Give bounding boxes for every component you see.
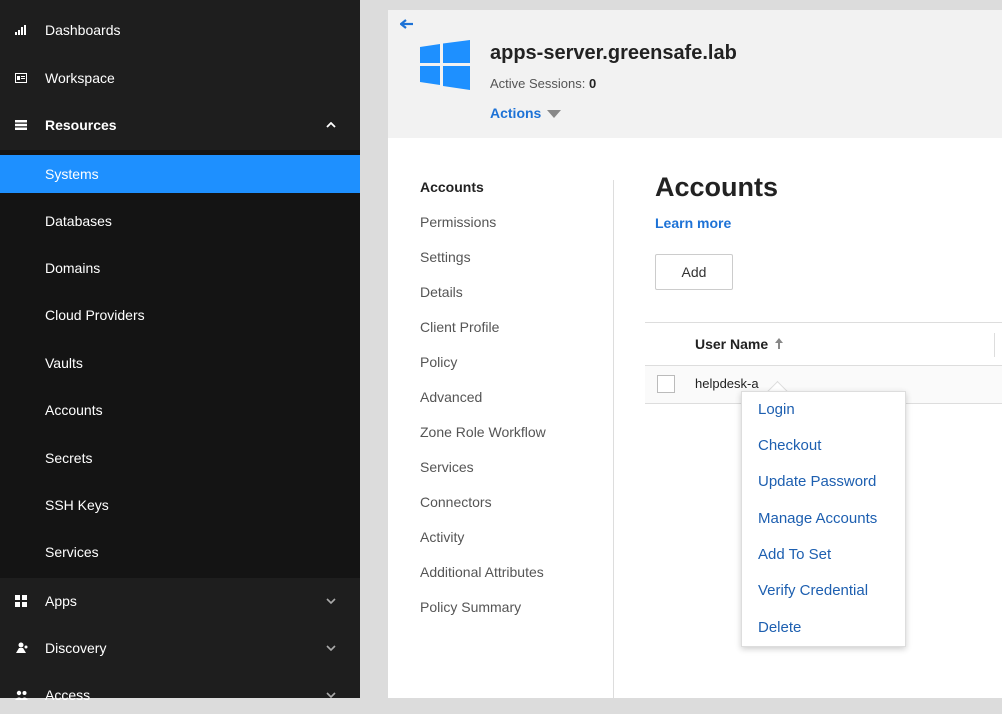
- sidebar-item-ssh-keys[interactable]: SSH Keys: [0, 486, 360, 524]
- bar-chart-icon: [14, 23, 28, 37]
- workspace-card-icon: [14, 71, 28, 85]
- sidebar-item-dashboards[interactable]: Dashboards: [0, 11, 360, 49]
- apps-grid-icon: [14, 594, 28, 608]
- subnav-item-connectors[interactable]: Connectors: [420, 494, 492, 510]
- sidebar-item-label: Dashboards: [45, 22, 121, 38]
- subnav-item-additional-attributes[interactable]: Additional Attributes: [420, 564, 544, 580]
- sessions-label: Active Sessions:: [490, 76, 586, 91]
- sidebar: Dashboards Workspace Resources Systems D…: [0, 0, 360, 703]
- sidebar-item-label: Services: [45, 544, 99, 560]
- sidebar-item-label: SSH Keys: [45, 497, 109, 513]
- sidebar-item-label: Cloud Providers: [45, 307, 145, 323]
- page-title: apps-server.greensafe.lab: [490, 42, 737, 64]
- column-header-user-name[interactable]: User Name: [695, 336, 784, 352]
- sidebar-item-label: Secrets: [45, 450, 93, 466]
- sidebar-item-apps[interactable]: Apps: [0, 582, 360, 620]
- sidebar-item-accounts[interactable]: Accounts: [0, 391, 360, 429]
- subnav-item-client-profile[interactable]: Client Profile: [420, 319, 499, 335]
- system-header: apps-server.greensafe.lab Active Session…: [388, 10, 1002, 138]
- menu-item-verify-credential[interactable]: Verify Credential: [758, 582, 868, 599]
- sidebar-item-label: Access: [45, 687, 91, 703]
- subnav-item-details[interactable]: Details: [420, 284, 463, 300]
- windows-logo-icon: [420, 40, 470, 90]
- menu-item-manage-accounts[interactable]: Manage Accounts: [758, 510, 877, 527]
- row-checkbox[interactable]: [657, 375, 675, 393]
- chevron-down-icon: [325, 689, 337, 701]
- sidebar-item-label: Resources: [45, 117, 117, 133]
- sidebar-item-services[interactable]: Services: [0, 533, 360, 571]
- users-icon: [14, 688, 28, 702]
- table-header: User Name: [645, 322, 1002, 366]
- section-title: Accounts: [655, 172, 779, 202]
- sort-ascending-icon: [774, 336, 784, 352]
- sidebar-item-label: Apps: [45, 593, 77, 609]
- sidebar-item-label: Domains: [45, 260, 101, 276]
- subnav-item-advanced[interactable]: Advanced: [420, 389, 482, 405]
- active-sessions: Active Sessions: 0: [490, 76, 596, 91]
- sidebar-item-workspace[interactable]: Workspace: [0, 59, 360, 97]
- chevron-down-icon: [325, 595, 337, 607]
- caret-down-icon: [547, 105, 562, 121]
- menu-item-checkout[interactable]: Checkout: [758, 437, 821, 454]
- sidebar-item-cloud-providers[interactable]: Cloud Providers: [0, 296, 360, 334]
- subnav-item-services[interactable]: Services: [420, 459, 474, 475]
- sidebar-item-databases[interactable]: Databases: [0, 202, 360, 240]
- server-list-icon: [14, 118, 28, 132]
- menu-item-delete[interactable]: Delete: [758, 619, 801, 636]
- subnav-item-activity[interactable]: Activity: [420, 529, 464, 545]
- subnav-item-policy[interactable]: Policy: [420, 354, 457, 370]
- subnav-item-policy-summary[interactable]: Policy Summary: [420, 599, 521, 615]
- sidebar-item-label: Workspace: [45, 70, 115, 86]
- section-divider: [613, 180, 614, 698]
- row-context-menu: Login Checkout Update Password Manage Ac…: [741, 391, 906, 647]
- sidebar-item-label: Vaults: [45, 355, 83, 371]
- cell-user-name[interactable]: helpdesk-a: [695, 376, 759, 391]
- sidebar-item-access[interactable]: Access: [0, 676, 360, 714]
- discovery-icon: [14, 641, 28, 655]
- back-arrow-icon[interactable]: [399, 18, 416, 30]
- column-separator: [994, 333, 995, 357]
- sidebar-item-systems[interactable]: Systems: [0, 155, 360, 193]
- sidebar-item-discovery[interactable]: Discovery: [0, 629, 360, 667]
- column-header-label: User Name: [695, 336, 769, 352]
- sidebar-item-label: Accounts: [45, 402, 103, 418]
- subnav-item-accounts[interactable]: Accounts: [420, 179, 484, 195]
- chevron-down-icon: [325, 642, 337, 654]
- sessions-count: 0: [589, 76, 597, 91]
- menu-item-update-password[interactable]: Update Password: [758, 473, 876, 490]
- actions-dropdown[interactable]: Actions: [490, 105, 562, 121]
- sidebar-item-resources[interactable]: Resources: [0, 106, 360, 144]
- chevron-up-icon: [325, 119, 337, 131]
- learn-more-link[interactable]: Learn more: [655, 215, 731, 231]
- actions-label: Actions: [490, 105, 542, 121]
- subnav-item-settings[interactable]: Settings: [420, 249, 471, 265]
- menu-item-login[interactable]: Login: [758, 401, 795, 418]
- add-button[interactable]: Add: [655, 254, 733, 290]
- main-content: Accounts Permissions Settings Details Cl…: [388, 138, 1002, 698]
- sidebar-item-vaults[interactable]: Vaults: [0, 344, 360, 382]
- sidebar-item-label: Systems: [45, 166, 99, 182]
- sidebar-item-secrets[interactable]: Secrets: [0, 439, 360, 477]
- subnav-item-permissions[interactable]: Permissions: [420, 214, 496, 230]
- subnav-item-zone-role-workflow[interactable]: Zone Role Workflow: [420, 424, 546, 440]
- sidebar-item-domains[interactable]: Domains: [0, 249, 360, 287]
- menu-item-add-to-set[interactable]: Add To Set: [758, 546, 831, 563]
- sidebar-item-label: Discovery: [45, 640, 107, 656]
- sidebar-item-label: Databases: [45, 213, 112, 229]
